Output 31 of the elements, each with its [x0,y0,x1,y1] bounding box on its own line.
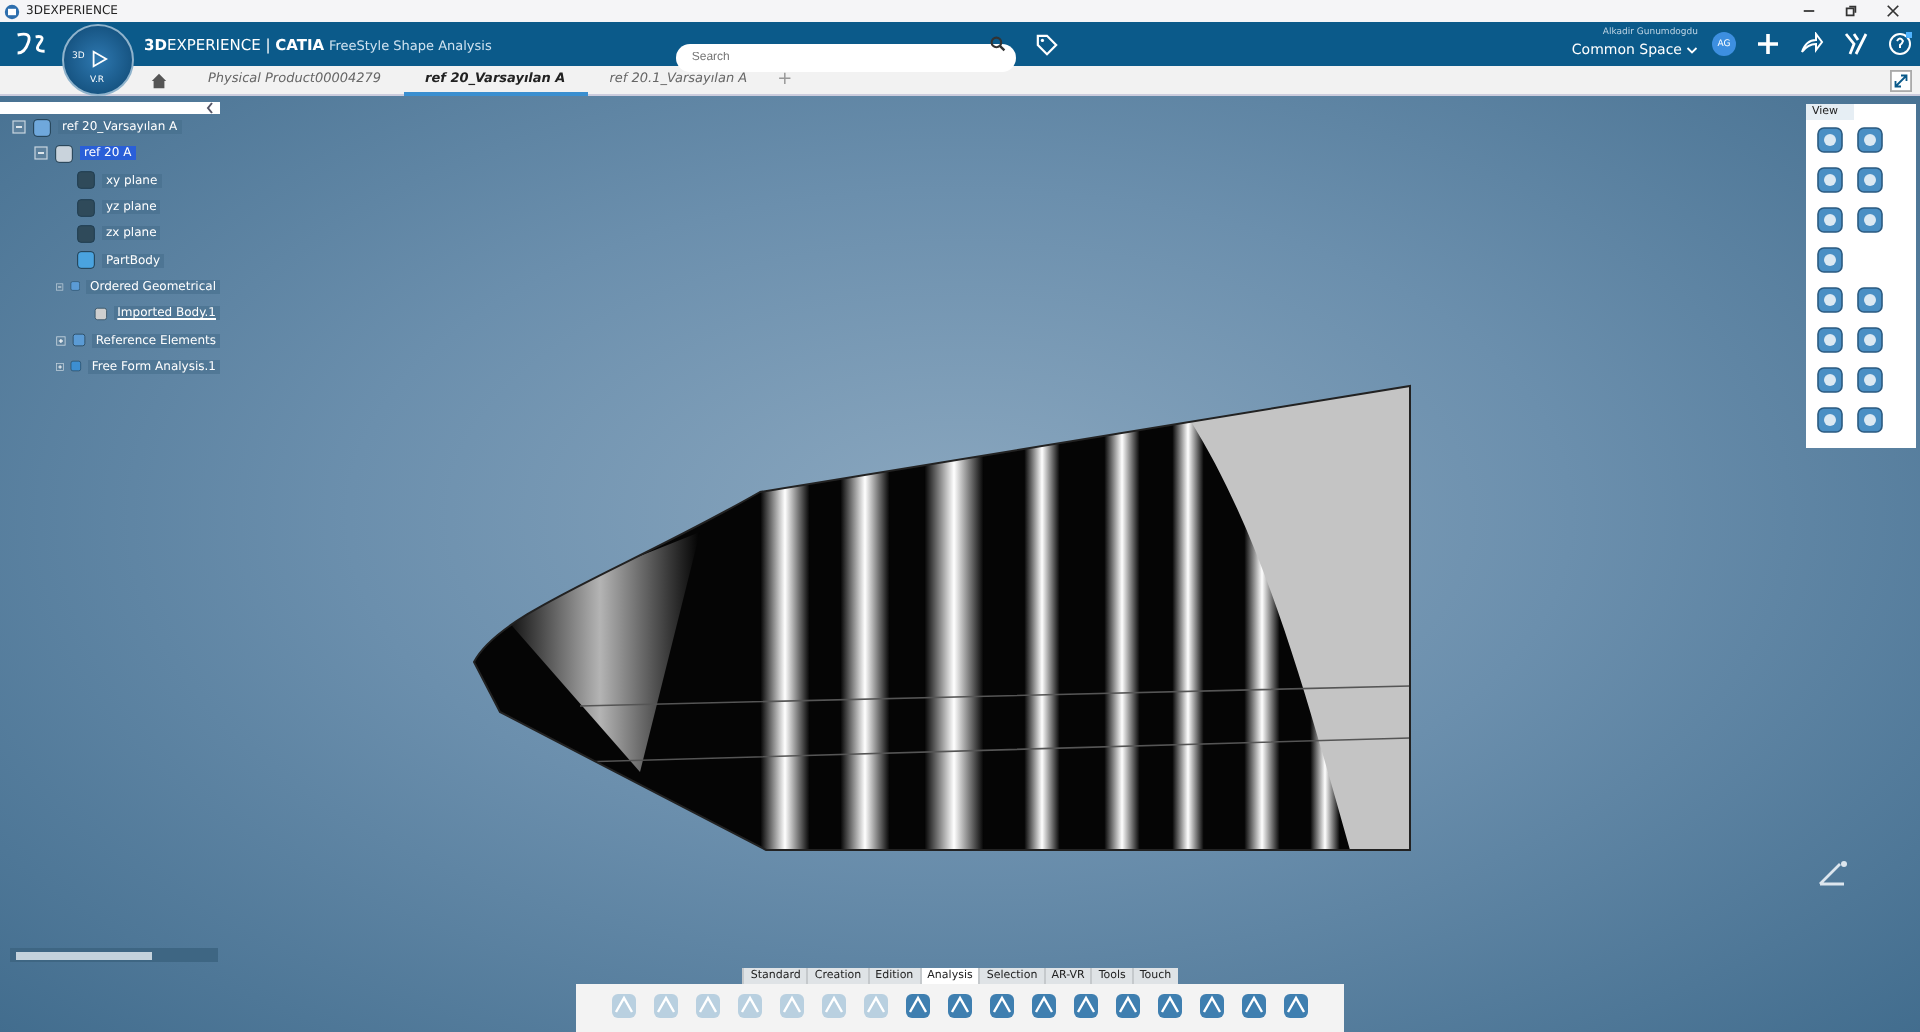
collapse-toggle-icon[interactable] [12,120,26,135]
import-icon [93,303,108,324]
scroll-bar[interactable] [10,948,218,962]
plane-icon [76,197,96,218]
geoset-icon [69,276,80,297]
minimize-icon[interactable] [1802,4,1816,18]
geoset-icon [71,330,86,351]
axis-icon [1816,856,1848,888]
part-icon [54,143,74,164]
tag-icon[interactable] [1035,33,1058,55]
plane-icon [76,170,96,191]
share-icon[interactable] [1800,32,1824,56]
expand-toggle-icon[interactable] [56,359,65,374]
search-icon[interactable] [989,36,1006,52]
ds-logo-icon[interactable] [14,30,50,58]
help-icon[interactable] [1888,32,1912,56]
collapse-icon[interactable] [1890,69,1912,91]
analysis-icon [70,356,82,377]
product-icon [32,117,52,138]
collapse-toggle-icon[interactable] [56,279,64,294]
home-icon[interactable] [150,71,168,89]
play-icon[interactable] [90,50,108,68]
plus-icon[interactable] [1756,32,1780,56]
restore-icon[interactable] [1844,4,1858,18]
close-icon[interactable] [1886,4,1900,18]
expand-toggle-icon[interactable] [56,333,66,348]
body-icon [76,250,96,271]
plane-icon [76,223,96,244]
collapse-toggle-icon[interactable] [34,146,48,161]
tools-icon[interactable] [1844,32,1868,56]
chevron-down-icon[interactable] [1686,45,1698,56]
